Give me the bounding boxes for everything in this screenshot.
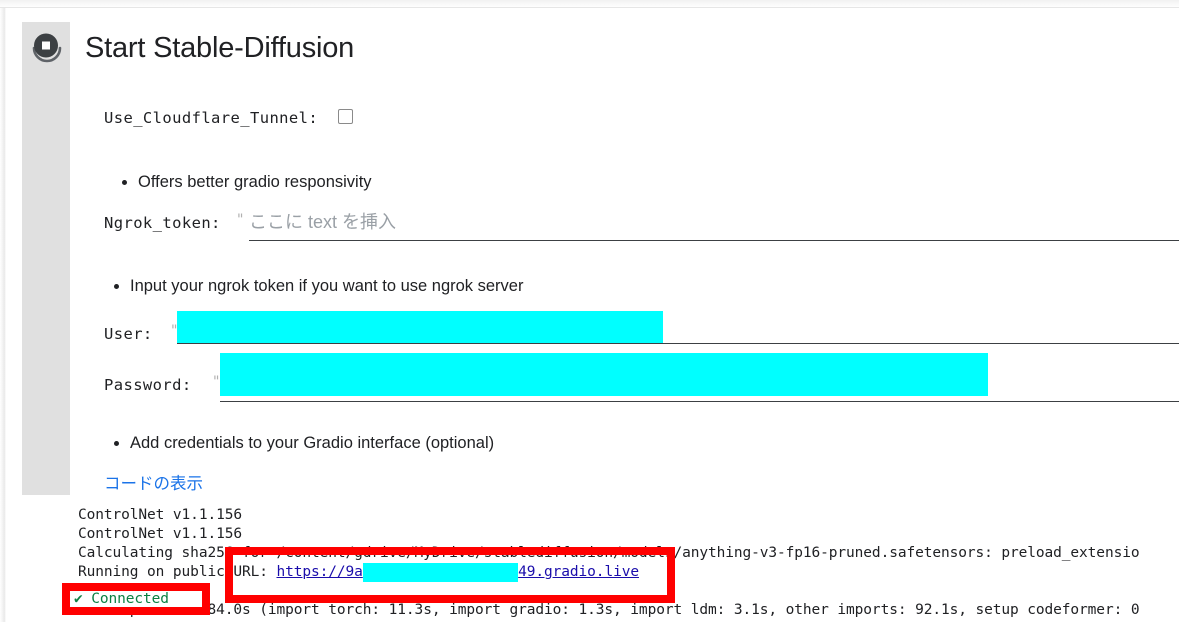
ngrok-token-label: Ngrok_token: (104, 214, 221, 232)
password-label: Password: (104, 376, 192, 394)
output-line: ControlNet v1.1.156 (78, 526, 242, 542)
cloudflare-tunnel-label: Use_Cloudflare_Tunnel: (104, 109, 319, 127)
cell-output-terminal: ControlNet v1.1.156 ControlNet v1.1.156 … (22, 498, 1179, 622)
output-line: Startup time: 184.0s (import torch: 11.3… (78, 602, 1140, 618)
stop-circle-icon[interactable] (30, 30, 64, 64)
show-code-link[interactable]: コードの表示 (104, 474, 203, 494)
status-badge-connected: ✔ Connected (74, 591, 169, 607)
user-value-redaction (177, 311, 663, 344)
field-row-cloudflare-tunnel: Use_Cloudflare_Tunnel: (70, 106, 1179, 140)
password-input[interactable]: " (212, 350, 1179, 402)
page-title: Start Stable-Diffusion (85, 32, 355, 64)
password-input-underline (220, 401, 1179, 402)
notebook-form-cell: Start Stable-Diffusion Use_Cloudflare_Tu… (70, 22, 1179, 495)
ngrok-token-placeholder: ここに text を挿入 (249, 212, 397, 232)
hint-credentials-text: Add credentials to your Gradio interface… (130, 434, 495, 452)
public-url-link-start: https://9a (276, 564, 363, 580)
field-row-user: User: " (70, 311, 1179, 346)
output-line-public-url: Running on public URL: https://9a 49.gra… (78, 563, 639, 582)
bullet-dot-icon (114, 284, 119, 289)
output-line: Calculating sha256 for /content/gdrive/M… (78, 545, 1140, 561)
user-input[interactable]: " (170, 311, 1179, 344)
user-input-underline (177, 343, 1179, 344)
public-url-link-end: 49.gradio.live (518, 564, 639, 580)
output-line: ControlNet v1.1.156 (78, 507, 242, 523)
public-url-prefix: Running on public URL: (78, 564, 277, 580)
password-value-redaction (220, 353, 988, 396)
bullet-dot-icon (122, 180, 127, 185)
field-row-ngrok-token: Ngrok_token: " ここに text を挿入 (70, 211, 1179, 245)
ngrok-input-underline (249, 240, 1179, 241)
left-edge-shadow (0, 8, 6, 622)
cell-gutter (22, 22, 70, 495)
public-url-redaction (362, 563, 519, 582)
user-label: User: (104, 325, 153, 343)
ngrok-token-input[interactable]: " ここに text を挿入 (236, 211, 1179, 241)
public-url-link[interactable]: https://9a 49.gradio.live (276, 563, 639, 582)
field-row-password: Password: " (70, 350, 1179, 402)
hint-cloudflare-text: Offers better gradio responsivity (138, 173, 372, 191)
hint-ngrok-text: Input your ngrok token if you want to us… (130, 277, 524, 295)
cloudflare-tunnel-checkbox[interactable] (338, 109, 353, 124)
top-divider (0, 7, 1179, 8)
bullet-dot-icon (114, 441, 119, 446)
ngrok-quote-mark: " (236, 212, 245, 228)
